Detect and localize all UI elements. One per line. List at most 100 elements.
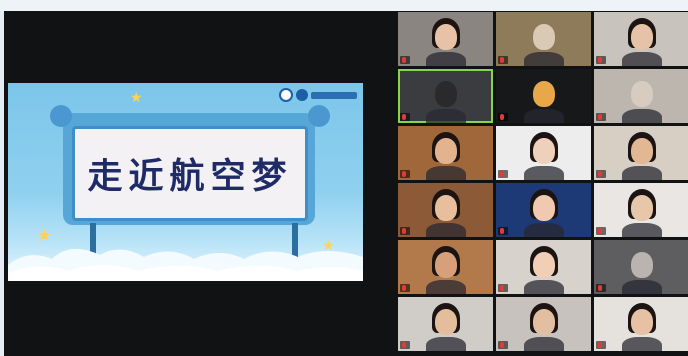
participant-video-tile[interactable] [496, 297, 591, 351]
participant-video-tile[interactable] [398, 183, 493, 237]
participant-body [622, 109, 662, 123]
participant-body [524, 280, 564, 294]
logo-wordmark [311, 91, 357, 99]
clouds-decoration [8, 248, 363, 281]
participant-body [524, 223, 564, 237]
participant-nameplate [498, 56, 508, 64]
participant-video-tile[interactable] [594, 69, 688, 123]
participant-nameplate [596, 170, 606, 178]
participant-face [533, 138, 555, 164]
participant-face [631, 81, 653, 107]
participant-video-tile[interactable] [594, 12, 688, 66]
mic-muted-icon [598, 285, 602, 291]
mic-muted-icon [598, 171, 602, 177]
mic-muted-icon [402, 171, 406, 177]
participant-video-tile[interactable] [398, 12, 493, 66]
mic-muted-icon [500, 171, 504, 177]
participant-face [435, 252, 457, 278]
mic-muted-icon [402, 228, 406, 234]
participant-body [426, 166, 466, 180]
participant-video-tile[interactable] [398, 297, 493, 351]
participant-nameplate [498, 227, 508, 235]
participant-nameplate [400, 284, 410, 292]
participant-nameplate [400, 341, 410, 349]
organization-logo [279, 87, 357, 103]
mic-muted-icon [402, 114, 406, 120]
participant-nameplate [596, 341, 606, 349]
mic-muted-icon [500, 57, 504, 63]
mic-muted-icon [598, 342, 602, 348]
participant-video-tile[interactable] [594, 240, 688, 294]
shared-screen-slide: ★ ★ ★ 走近航空梦 [8, 83, 363, 281]
participant-gallery [398, 12, 688, 356]
participant-face [435, 24, 457, 50]
mic-muted-icon [402, 285, 406, 291]
participant-video-tile[interactable] [594, 126, 688, 180]
participant-video-tile[interactable] [398, 126, 493, 180]
participant-nameplate [596, 284, 606, 292]
participant-video-tile[interactable] [594, 183, 688, 237]
participant-video-tile[interactable] [398, 69, 493, 123]
participant-face [435, 195, 457, 221]
participant-video-tile[interactable] [496, 126, 591, 180]
participant-body [622, 166, 662, 180]
participant-body [622, 223, 662, 237]
signboard-post-cap [50, 105, 72, 127]
participant-video-tile[interactable] [594, 297, 688, 351]
participant-video-tile[interactable] [496, 240, 591, 294]
participant-video-tile[interactable] [398, 240, 493, 294]
participant-face [533, 252, 555, 278]
participant-nameplate [596, 56, 606, 64]
mic-muted-icon [500, 228, 504, 234]
participant-video-tile[interactable] [496, 69, 591, 123]
participant-face [533, 195, 555, 221]
participant-body [622, 52, 662, 66]
participant-nameplate [498, 284, 508, 292]
page-background [0, 0, 688, 11]
participant-body [426, 223, 466, 237]
mic-muted-icon [500, 342, 504, 348]
mic-muted-icon [500, 114, 504, 120]
signboard-post-cap [308, 105, 330, 127]
participant-body [622, 337, 662, 351]
participant-face [533, 24, 555, 50]
participant-face [631, 195, 653, 221]
participant-face [533, 81, 555, 107]
participant-body [524, 337, 564, 351]
participant-nameplate [400, 170, 410, 178]
participant-face [435, 138, 457, 164]
participant-video-tile[interactable] [496, 12, 591, 66]
signboard: 走近航空梦 [72, 126, 308, 221]
participant-nameplate [400, 56, 410, 64]
participant-body [622, 280, 662, 294]
participant-face [631, 309, 653, 335]
participant-nameplate [498, 170, 508, 178]
participant-body [426, 52, 466, 66]
mic-muted-icon [500, 285, 504, 291]
participant-face [631, 252, 653, 278]
logo-ring-icon [279, 88, 293, 102]
participant-face [631, 24, 653, 50]
participant-body [426, 337, 466, 351]
mic-muted-icon [598, 228, 602, 234]
participant-body [524, 52, 564, 66]
participant-face [435, 81, 457, 107]
mic-muted-icon [402, 57, 406, 63]
mic-muted-icon [598, 57, 602, 63]
mic-muted-icon [598, 114, 602, 120]
participant-nameplate [498, 341, 508, 349]
mic-muted-icon [402, 342, 406, 348]
participant-face [435, 309, 457, 335]
participant-nameplate [596, 113, 606, 121]
participant-body [426, 280, 466, 294]
participant-video-tile[interactable] [496, 183, 591, 237]
logo-emblem-icon [296, 89, 308, 101]
participant-nameplate [498, 113, 508, 121]
participant-nameplate [596, 227, 606, 235]
participant-nameplate [400, 227, 410, 235]
participant-body [524, 166, 564, 180]
participant-face [533, 309, 555, 335]
participant-body [524, 109, 564, 123]
participant-body [426, 109, 466, 123]
slide-title: 走近航空梦 [87, 156, 293, 197]
